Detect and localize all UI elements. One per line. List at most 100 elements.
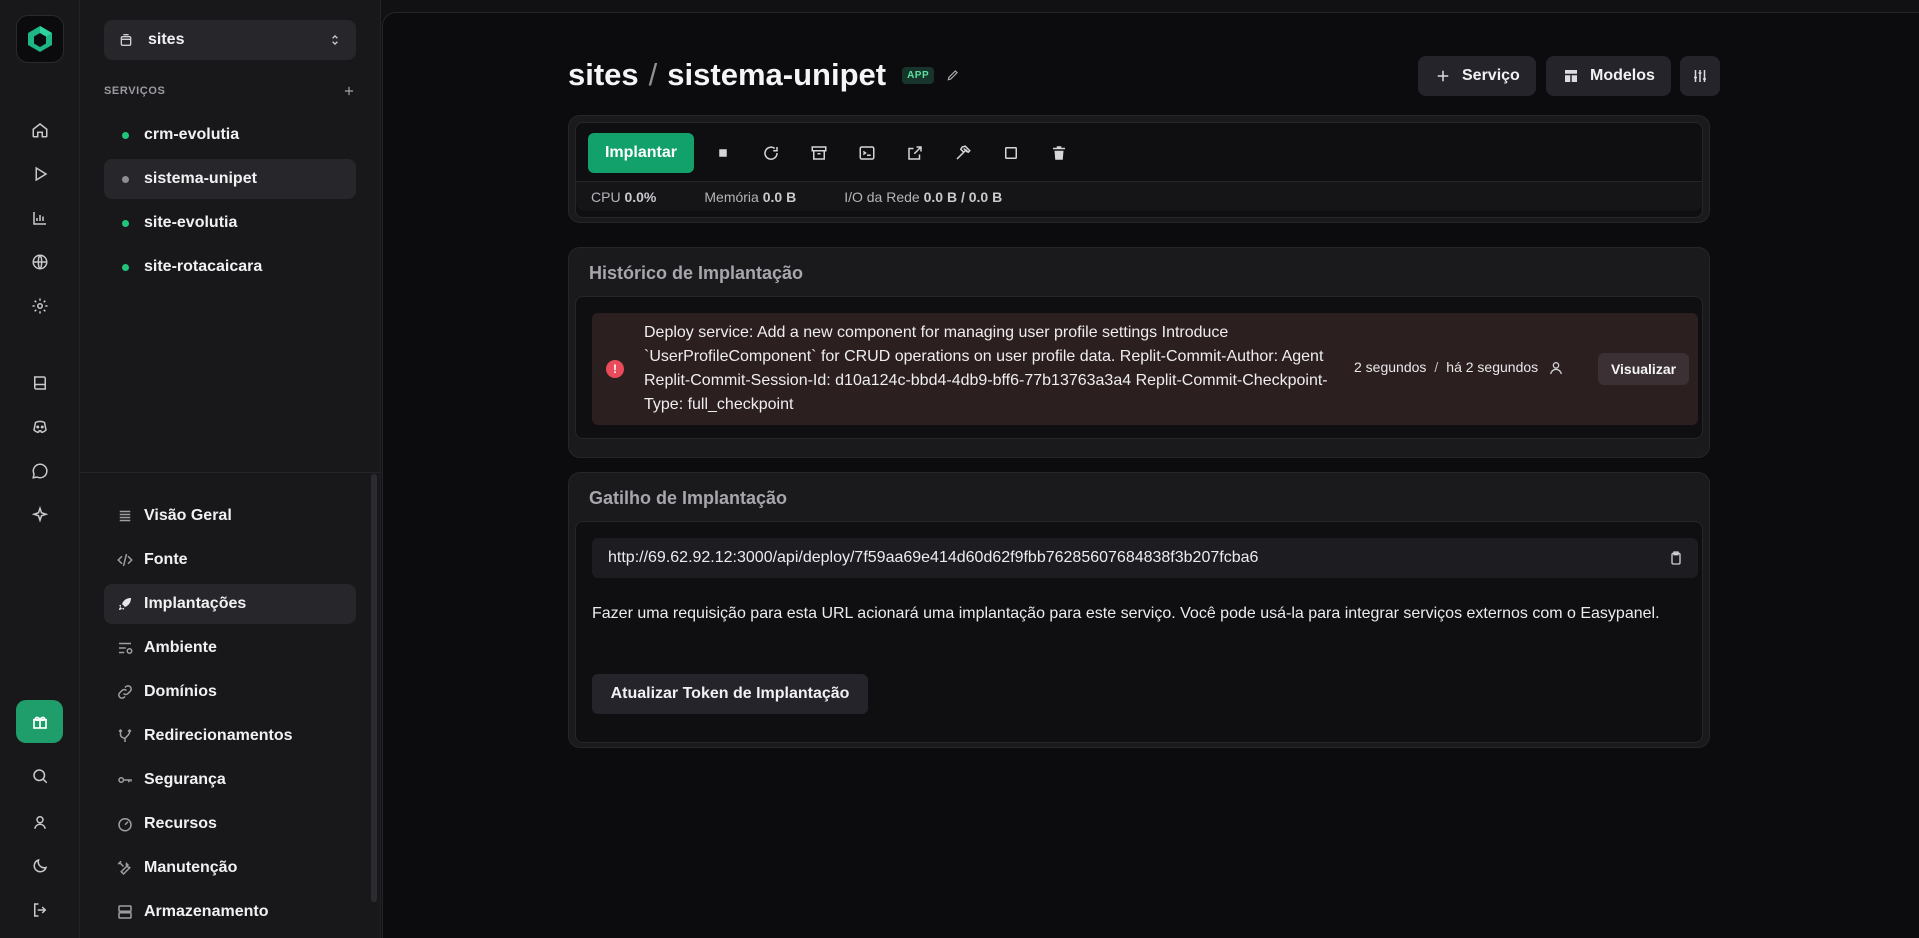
deployment-entry[interactable]: ! Deploy service: Add a new component fo… bbox=[592, 313, 1698, 425]
deployment-history-card: Histórico de Implantação ! Deploy servic… bbox=[568, 247, 1710, 458]
nav-label: Fonte bbox=[144, 551, 188, 568]
chart-icon[interactable] bbox=[24, 202, 56, 234]
trigger-description: Fazer uma requisição para esta URL acion… bbox=[592, 605, 1660, 622]
sliders-icon bbox=[1694, 70, 1706, 82]
icon-rail bbox=[0, 0, 80, 938]
gift-icon[interactable] bbox=[16, 700, 63, 743]
nav-item-storage[interactable]: Armazenamento bbox=[104, 892, 356, 932]
network-value: 0.0 B / 0.0 B bbox=[923, 188, 1003, 205]
status-dot bbox=[122, 220, 129, 227]
user-location-icon[interactable] bbox=[24, 806, 56, 838]
breadcrumb-separator: / bbox=[648, 57, 658, 92]
nav-item-redirects[interactable]: Redirecionamentos bbox=[104, 716, 356, 756]
trigger-panel: http://69.62.92.12:3000/api/deploy/7f59a… bbox=[575, 521, 1703, 743]
status-dot bbox=[122, 176, 129, 183]
trash-icon[interactable] bbox=[1042, 136, 1076, 170]
service-item-crm-evolutia[interactable]: crm-evolutia bbox=[104, 115, 356, 155]
settings-icon[interactable] bbox=[24, 290, 56, 322]
nav-item-security[interactable]: Segurança bbox=[104, 760, 356, 800]
view-button[interactable]: Visualizar bbox=[1598, 353, 1689, 385]
network-stat: I/O da Rede 0.0 B / 0.0 B bbox=[844, 188, 1003, 205]
link-icon bbox=[116, 683, 134, 701]
deployment-ago: há 2 segundos bbox=[1446, 359, 1539, 375]
app-badge: APP bbox=[902, 66, 935, 84]
box-icon bbox=[120, 34, 132, 46]
service-item-site-rotacaicara[interactable]: site-rotacaicara bbox=[104, 247, 356, 287]
nav-item-deployments[interactable]: Implantações bbox=[104, 584, 356, 624]
chat-icon[interactable] bbox=[24, 455, 56, 487]
easypanel-logo[interactable] bbox=[16, 15, 64, 63]
nav-label: Armazenamento bbox=[144, 903, 269, 920]
external-link-icon[interactable] bbox=[898, 136, 932, 170]
nav-label: Manutenção bbox=[144, 859, 238, 876]
home-icon[interactable] bbox=[24, 114, 56, 146]
service-item-site-evolutia[interactable]: site-evolutia bbox=[104, 203, 356, 243]
square-icon[interactable] bbox=[994, 136, 1028, 170]
service-label: sistema-unipet bbox=[144, 170, 257, 187]
plus-icon bbox=[1437, 70, 1449, 82]
play-icon[interactable] bbox=[24, 158, 56, 190]
nav-item-resources[interactable]: Recursos bbox=[104, 804, 356, 844]
hammer-icon[interactable] bbox=[946, 136, 980, 170]
trigger-title: Gatilho de Implantação bbox=[589, 488, 788, 508]
stop-icon[interactable] bbox=[706, 136, 740, 170]
sidebar-scrollbar[interactable] bbox=[371, 474, 377, 902]
deploy-url-field[interactable]: http://69.62.92.12:3000/api/deploy/7f59a… bbox=[592, 538, 1698, 578]
book-icon[interactable] bbox=[24, 367, 56, 399]
logout-icon[interactable] bbox=[24, 894, 56, 926]
nav-label: Domínios bbox=[144, 683, 217, 700]
add-service-icon[interactable] bbox=[342, 84, 356, 98]
nav-item-source[interactable]: Fonte bbox=[104, 540, 356, 580]
chevron-updown-icon bbox=[332, 35, 338, 45]
stats-bar: CPU 0.0% Memória 0.0 B I/O da Rede 0.0 B… bbox=[576, 181, 1702, 211]
nav-label: Visão Geral bbox=[144, 507, 232, 524]
moon-icon[interactable] bbox=[24, 850, 56, 882]
user-icon bbox=[1550, 362, 1562, 375]
console-icon[interactable] bbox=[850, 136, 884, 170]
gauge-icon bbox=[116, 815, 134, 833]
nav-item-environment[interactable]: Ambiente bbox=[104, 628, 356, 668]
settings-sliders-button[interactable] bbox=[1680, 56, 1720, 96]
rocket-icon bbox=[116, 595, 134, 613]
tools-icon bbox=[116, 859, 134, 877]
storage-icon bbox=[116, 903, 134, 921]
discord-icon[interactable] bbox=[24, 411, 56, 443]
nav-label: Implantações bbox=[144, 595, 247, 612]
service-item-sistema-unipet[interactable]: sistema-unipet bbox=[104, 159, 356, 199]
redirect-icon bbox=[116, 727, 134, 745]
error-icon: ! bbox=[606, 360, 624, 378]
action-toolbar-card: Implantar CPU 0.0% Memória 0.0 B I/O da … bbox=[568, 115, 1710, 223]
layout-icon bbox=[1565, 70, 1577, 82]
templates-button[interactable]: Modelos bbox=[1546, 56, 1671, 96]
nav-item-overview[interactable]: Visão Geral bbox=[104, 496, 356, 536]
search-icon[interactable] bbox=[24, 760, 56, 792]
status-dot bbox=[122, 264, 129, 271]
deployment-trigger-card: Gatilho de Implantação http://69.62.92.1… bbox=[568, 472, 1710, 748]
nav-item-domains[interactable]: Domínios bbox=[104, 672, 356, 712]
service-label: crm-evolutia bbox=[144, 126, 240, 143]
nav-label: Recursos bbox=[144, 815, 217, 832]
templates-label: Modelos bbox=[1590, 67, 1655, 84]
breadcrumb-project[interactable]: sites bbox=[568, 57, 639, 93]
sparkle-icon[interactable] bbox=[24, 499, 56, 531]
deploy-button[interactable]: Implantar bbox=[588, 133, 694, 173]
action-toolbar: Implantar CPU 0.0% Memória 0.0 B I/O da … bbox=[575, 122, 1703, 218]
logo-icon bbox=[28, 26, 52, 52]
add-service-button[interactable]: Serviço bbox=[1418, 56, 1536, 96]
project-selector[interactable]: sites bbox=[104, 20, 356, 60]
edit-icon[interactable] bbox=[946, 68, 960, 82]
history-list: ! Deploy service: Add a new component fo… bbox=[575, 296, 1703, 439]
sidebar: sites SERVIÇOS crm-evolutia sistema-unip… bbox=[80, 0, 381, 938]
deployment-duration: 2 segundos bbox=[1354, 359, 1427, 375]
restart-icon[interactable] bbox=[754, 136, 788, 170]
globe-icon[interactable] bbox=[24, 246, 56, 278]
list-icon bbox=[116, 507, 134, 525]
nav-item-maintenance[interactable]: Manutenção bbox=[104, 848, 356, 888]
add-service-label: Serviço bbox=[1462, 67, 1520, 84]
regenerate-token-button[interactable]: Atualizar Token de Implantação bbox=[592, 674, 868, 714]
archive-icon[interactable] bbox=[802, 136, 836, 170]
copy-icon[interactable] bbox=[1668, 550, 1684, 566]
services-header: SERVIÇOS bbox=[104, 84, 356, 98]
project-name: sites bbox=[148, 31, 185, 48]
cpu-stat: CPU 0.0% bbox=[591, 188, 657, 205]
